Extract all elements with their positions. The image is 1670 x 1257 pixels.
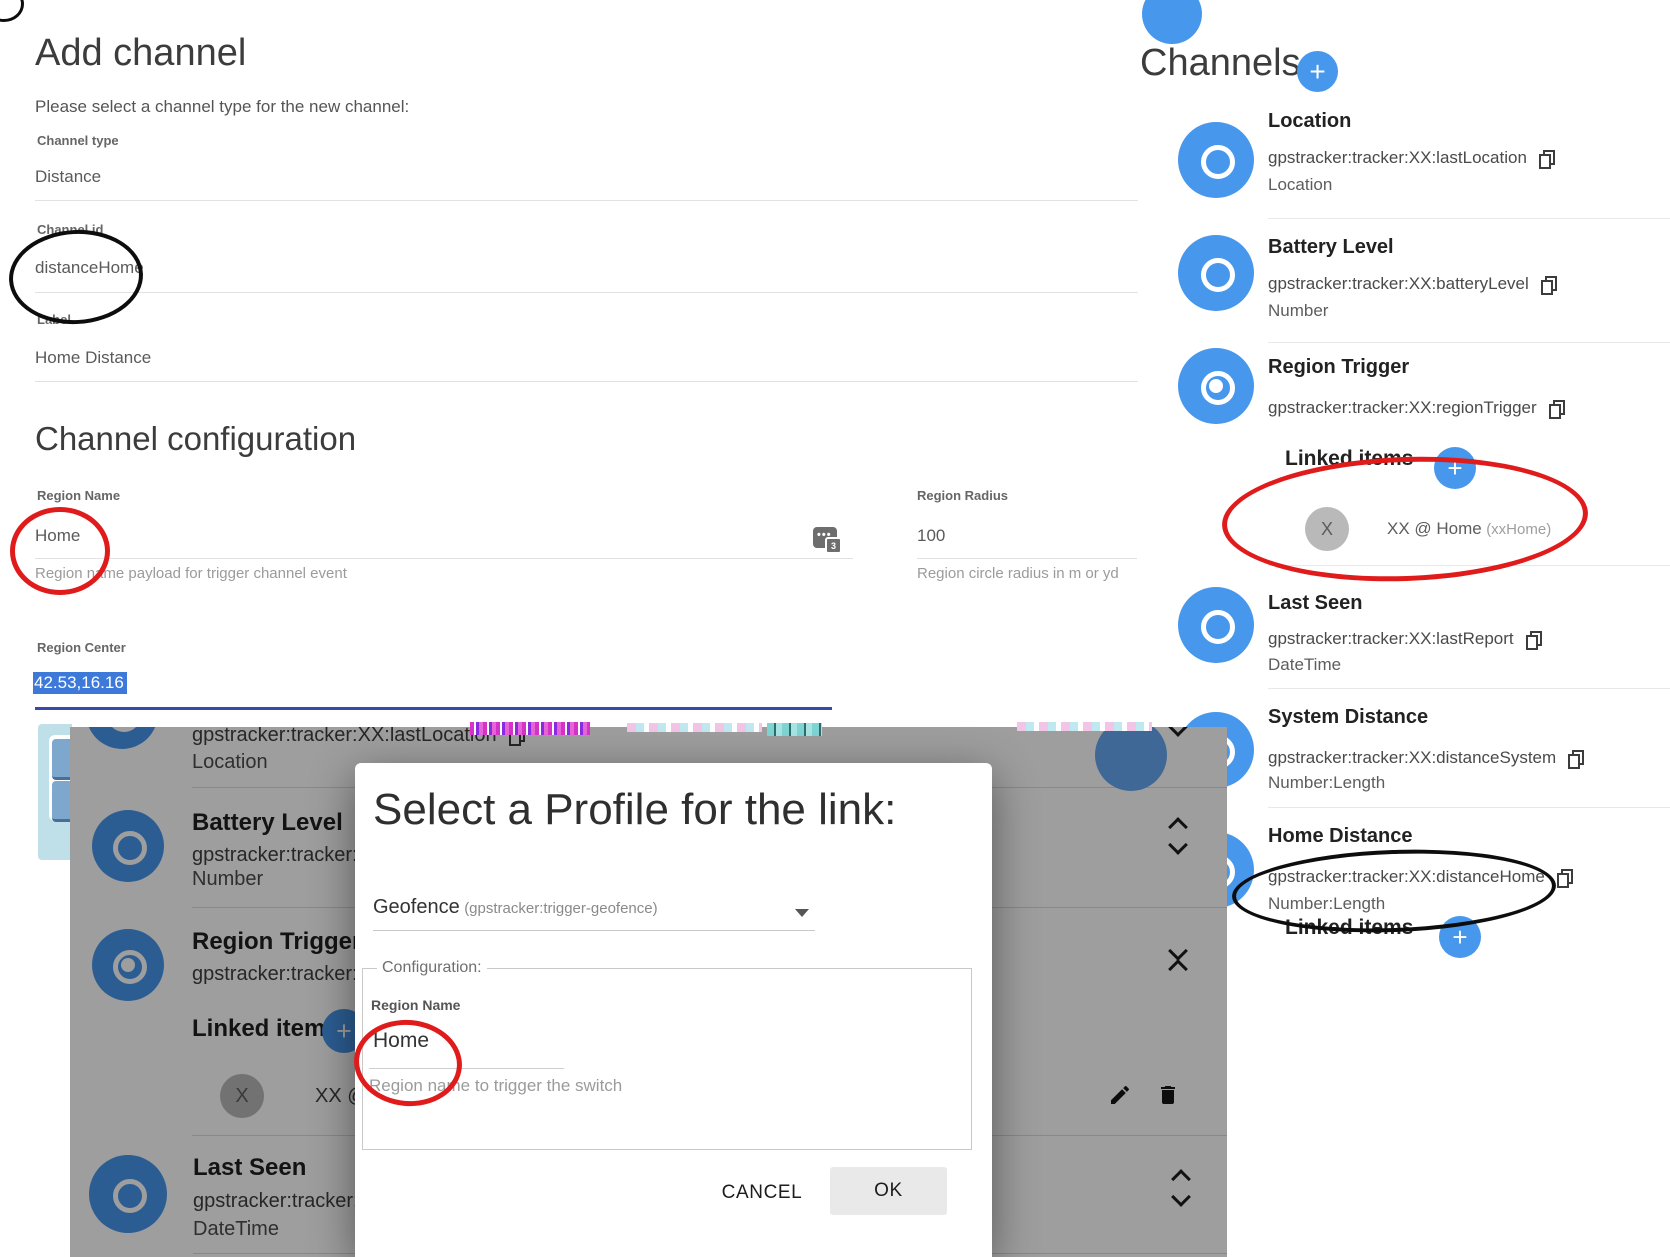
channel-id-underline [35, 292, 1138, 293]
profile-selected-uid: (gpstracker:trigger-geofence) [464, 900, 657, 917]
channel-state-icon [86, 727, 158, 749]
channel-type-input[interactable]: Distance [35, 167, 101, 187]
chevron-down-icon[interactable] [795, 909, 809, 917]
region-radius-underline [917, 558, 1137, 559]
channel-uid: gpstracker:tracker:XX:distanceSystem [1268, 748, 1583, 768]
copy-icon[interactable] [1539, 150, 1554, 167]
linked-items-header: Linked items [192, 1015, 339, 1043]
unfold-more-icon[interactable] [1169, 820, 1187, 852]
edit-icon[interactable] [1108, 1083, 1132, 1107]
unfold-less-icon[interactable] [1169, 944, 1187, 976]
numeric-keypad-icon[interactable]: ••• 3 [813, 527, 837, 548]
modal-title: Select a Profile for the link: [373, 785, 896, 835]
channel-item-type: Location [1268, 175, 1332, 195]
glitch-artifact [767, 723, 822, 736]
glitch-artifact [470, 722, 590, 735]
label-input[interactable]: Home Distance [35, 348, 151, 368]
glitch-artifact [627, 723, 762, 732]
channel-uid: gpstracker:tracker:XX:batteryLevel [1268, 274, 1556, 294]
copy-icon[interactable] [1541, 276, 1556, 293]
region-center-label: Region Center [37, 640, 126, 655]
region-center-focus-underline [35, 707, 832, 710]
channel-item-type: DateTime [193, 1218, 279, 1241]
copy-icon[interactable] [1568, 750, 1583, 767]
configuration-legend: Configuration: [377, 959, 487, 977]
select-profile-modal: Select a Profile for the link: Geofence … [355, 763, 992, 1257]
label-underline [35, 381, 1138, 382]
channels-panel-title: Channels [1140, 42, 1301, 85]
channel-item-type: Number:Length [1268, 773, 1385, 793]
channel-title[interactable]: System Distance [1268, 706, 1428, 729]
map-fragment [38, 724, 72, 860]
partial-channel-icon [1095, 727, 1167, 791]
channel-trigger-icon [92, 929, 164, 1001]
delete-icon[interactable] [1156, 1083, 1180, 1107]
linked-item-avatar: X [220, 1074, 264, 1118]
cancel-button[interactable]: CANCEL [707, 1175, 817, 1211]
channel-title[interactable]: Region Trigger [1268, 356, 1409, 379]
channel-type-underline [35, 200, 1138, 201]
channel-title[interactable]: Battery Level [192, 809, 343, 837]
profile-select-underline [373, 930, 815, 931]
channel-state-icon [92, 810, 164, 882]
channel-item-type: Number [192, 868, 263, 891]
channel-item-type: Number [1268, 301, 1328, 321]
region-name-label: Region Name [371, 997, 460, 1013]
channel-state-icon [1178, 235, 1254, 311]
region-radius-input[interactable]: 100 [917, 526, 945, 546]
annotation-ellipse-linked-item [1220, 451, 1590, 588]
channel-item-type: Location [192, 751, 268, 774]
annotation-ellipse-region-name [10, 507, 110, 595]
channel-state-icon [89, 1155, 167, 1233]
screenshot-root: Add channel Please select a channel type… [0, 0, 1670, 1257]
config-section-title: Channel configuration [35, 420, 356, 458]
channel-title[interactable]: Last Seen [193, 1154, 306, 1182]
glitch-artifact [1017, 722, 1152, 731]
channel-title[interactable]: Last Seen [1268, 592, 1362, 615]
region-center-input[interactable]: 42.53,16.16 [33, 672, 127, 694]
annotation-arc [0, 0, 24, 22]
ok-button[interactable]: OK [830, 1167, 947, 1215]
channel-trigger-icon [1178, 348, 1254, 424]
unfold-more-icon[interactable] [1172, 1172, 1190, 1204]
copy-icon[interactable] [1526, 631, 1541, 648]
profile-select[interactable]: Geofence (gpstracker:trigger-geofence) [373, 896, 658, 919]
region-name-underline [35, 558, 853, 559]
channel-uid: gpstracker:tracker:XX:lastLocation [1268, 148, 1554, 168]
channel-state-icon [1178, 122, 1254, 198]
unfold-more-icon[interactable] [1169, 727, 1187, 734]
channel-item-type: DateTime [1268, 655, 1341, 675]
copy-icon[interactable] [1549, 400, 1564, 417]
region-radius-helper: Region circle radius in m or yd [917, 565, 1119, 582]
channel-title[interactable]: Battery Level [1268, 236, 1394, 259]
annotation-ellipse-home-distance [1231, 844, 1558, 937]
channel-uid: gpstracker:tracker:XX:lastReport [1268, 629, 1541, 649]
copy-icon[interactable] [1557, 869, 1572, 886]
partial-fab-top[interactable] [1142, 0, 1202, 44]
page-title: Add channel [35, 32, 246, 75]
channel-title[interactable]: Home Distance [1268, 825, 1413, 848]
keypad-badge: 3 [825, 537, 842, 554]
region-name-label: Region Name [37, 488, 120, 503]
channel-title[interactable]: Location [1268, 110, 1351, 133]
channel-state-icon [1178, 587, 1254, 663]
channel-title[interactable]: Region Trigger [192, 928, 361, 956]
profile-selected-value: Geofence [373, 896, 460, 918]
channel-type-label: Channel type [37, 133, 119, 148]
add-channel-button[interactable]: + [1297, 51, 1338, 92]
annotation-ellipse-channel-id [7, 227, 146, 328]
channel-uid: gpstracker:tracker:XX:regionTrigger [1268, 398, 1564, 418]
intro-text: Please select a channel type for the new… [35, 97, 409, 117]
region-radius-label: Region Radius [917, 488, 1008, 503]
